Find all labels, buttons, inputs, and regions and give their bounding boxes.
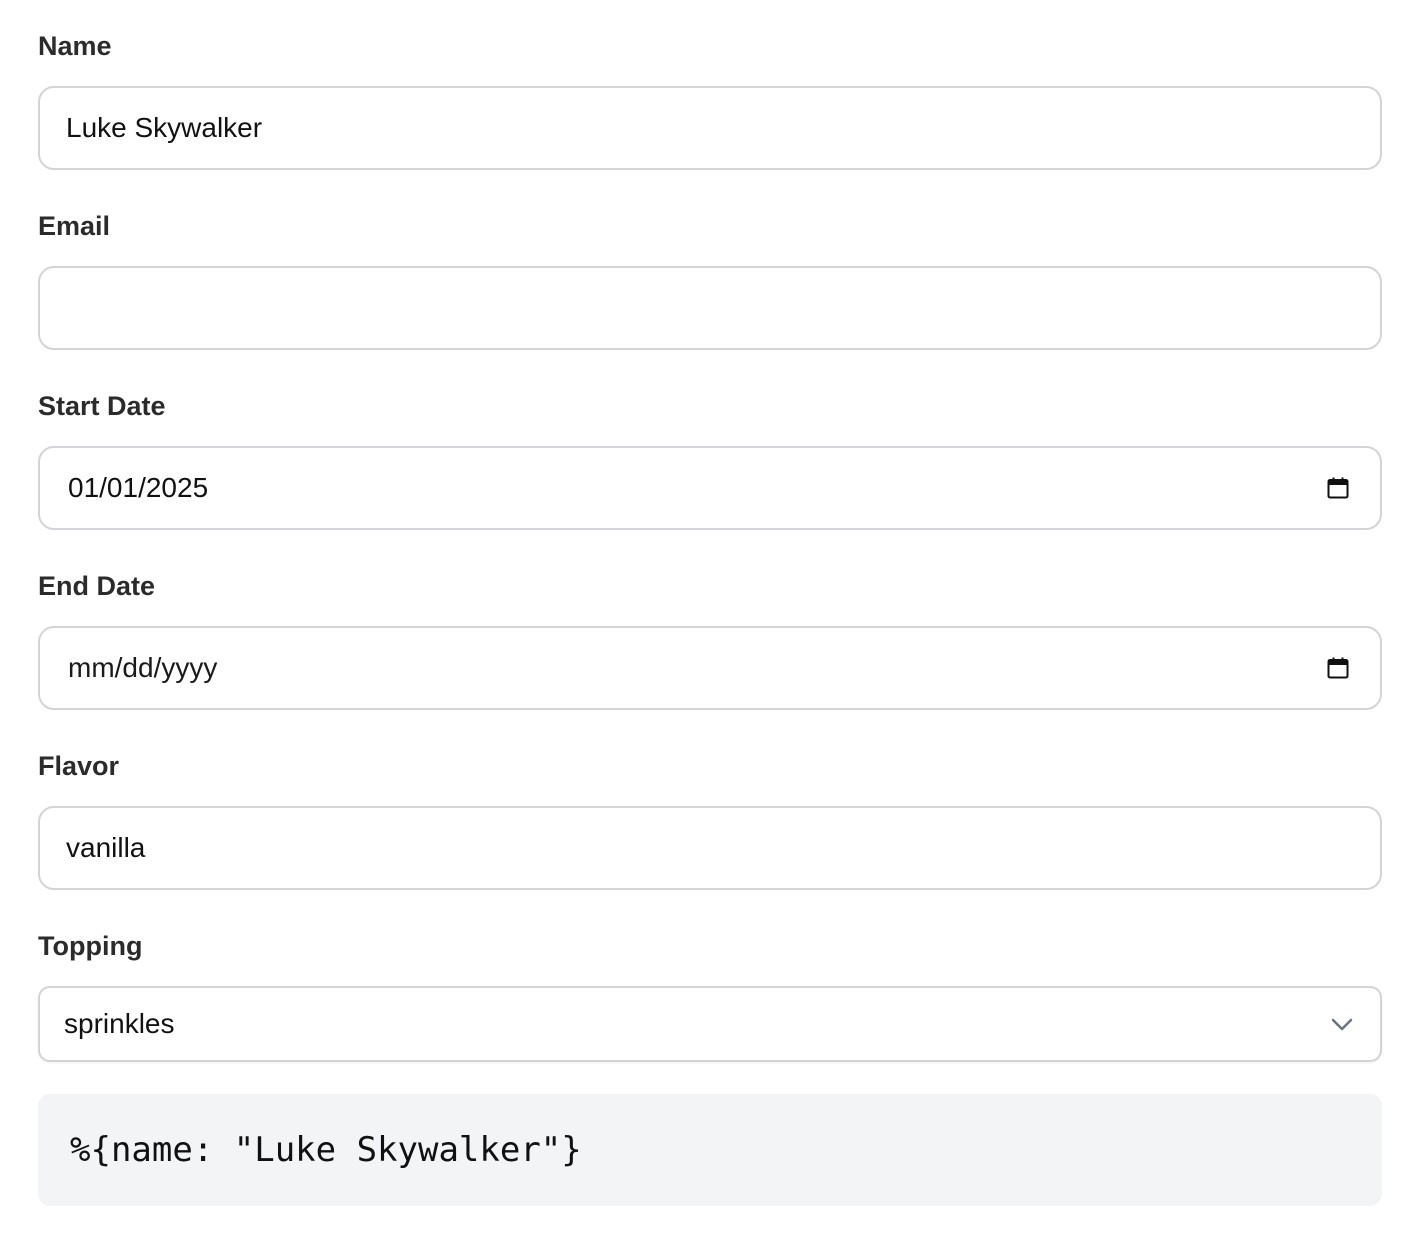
email-input[interactable] xyxy=(38,266,1382,350)
start-date-label: Start Date xyxy=(38,391,166,421)
flavor-input-value: vanilla xyxy=(66,832,146,863)
calendar-icon[interactable] xyxy=(1326,476,1350,500)
start-date-value: 01/01/2025 xyxy=(68,472,209,503)
end-date-label: End Date xyxy=(38,571,156,601)
name-input-value: Luke Skywalker xyxy=(66,112,263,143)
topping-selected-value: sprinkles xyxy=(64,1008,175,1039)
flavor-input[interactable]: vanilla xyxy=(38,806,1382,890)
email-label: Email xyxy=(38,211,111,241)
form-data-output: %{name: "Luke Skywalker"} xyxy=(38,1094,1382,1206)
chevron-down-icon xyxy=(1331,1018,1353,1031)
topping-select[interactable]: sprinkles xyxy=(38,986,1382,1062)
name-label: Name xyxy=(38,31,112,61)
end-date-input[interactable]: mm/dd/yyyy xyxy=(38,626,1382,710)
name-input[interactable]: Luke Skywalker xyxy=(38,86,1382,170)
calendar-icon[interactable] xyxy=(1326,656,1350,680)
topping-label: Topping xyxy=(38,931,143,961)
flavor-label: Flavor xyxy=(38,751,120,781)
end-date-placeholder: mm/dd/yyyy xyxy=(68,652,218,683)
form-data-code: %{name: "Luke Skywalker"} xyxy=(70,1130,582,1170)
start-date-input[interactable]: 01/01/2025 xyxy=(38,446,1382,530)
